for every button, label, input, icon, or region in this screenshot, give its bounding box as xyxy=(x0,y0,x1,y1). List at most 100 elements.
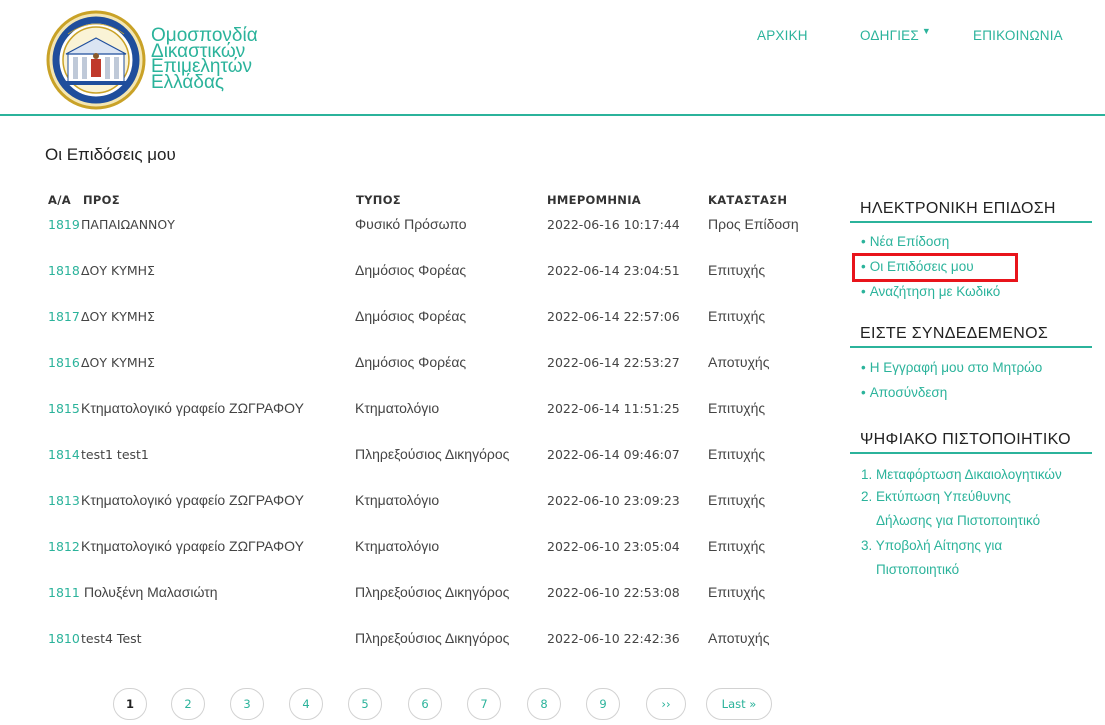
row-id-link[interactable]: 1817 xyxy=(48,309,80,324)
row-recipient: Κτηματολογικό γραφείο ΖΩΓΡΑΦΟΥ xyxy=(81,538,304,554)
sidebar-link-label: Αποσύνδεση xyxy=(869,385,948,400)
row-type: Φυσικό Πρόσωπο xyxy=(355,216,467,232)
pagination-next-button[interactable]: ›› xyxy=(646,688,686,720)
row-status: Επιτυχής xyxy=(708,400,766,416)
table-row: 1812 Κτηματολογικό γραφείο ΖΩΓΡΑΦΟΥ Κτημ… xyxy=(0,538,820,559)
row-date: 2022-06-14 09:46:07 xyxy=(547,447,680,462)
row-type: Δημόσιος Φορέας xyxy=(355,262,467,278)
pagination-page-9[interactable]: 9 xyxy=(586,688,620,720)
row-id-link[interactable]: 1814 xyxy=(48,447,80,462)
sidebar-link-new-service[interactable]: • Νέα Επίδοση xyxy=(861,234,949,249)
row-id-link[interactable]: 1818 xyxy=(48,263,80,278)
table-row: 1813 Κτηματολογικό γραφείο ΖΩΓΡΑΦΟΥ Κτημ… xyxy=(0,492,820,513)
step-label: Εκτύπωση Υπεύθυνης xyxy=(876,489,1011,504)
row-recipient: Κτηματολογικό γραφείο ΖΩΓΡΑΦΟΥ xyxy=(81,492,304,508)
table-row: 1811 Πολυξένη Μαλασιώτη Πληρεξούσιος Δικ… xyxy=(0,584,820,605)
federation-seal-logo[interactable] xyxy=(46,10,146,110)
sidebar-heading-e-service: ΗΛΕΚΤΡΟΝΙΚΗ ΕΠΙΔΟΣΗ xyxy=(850,200,1092,223)
row-type: Κτηματολόγιο xyxy=(355,400,440,416)
row-date: 2022-06-10 23:05:04 xyxy=(547,539,680,554)
row-date: 2022-06-14 11:51:25 xyxy=(547,401,680,416)
sidebar-link-my-registration[interactable]: • Η Εγγραφή μου στο Μητρώο xyxy=(861,360,1042,375)
pagination-page-8[interactable]: 8 xyxy=(527,688,561,720)
page-title: Οι Επιδόσεις μου xyxy=(45,145,176,164)
highlight-annotation-box xyxy=(852,253,1018,282)
step-label: Μεταφόρτωση Δικαιολογητικών xyxy=(876,467,1062,482)
row-date: 2022-06-10 22:42:36 xyxy=(547,631,680,646)
bullet-icon: • xyxy=(861,284,866,299)
row-status: Επιτυχής xyxy=(708,584,766,600)
row-type: Πληρεξούσιος Δικηγόρος xyxy=(355,446,510,462)
table-row: 1815 Κτηματολογικό γραφείο ΖΩΓΡΑΦΟΥ Κτημ… xyxy=(0,400,820,421)
row-id-link[interactable]: 1812 xyxy=(48,539,80,554)
bullet-icon: • xyxy=(861,385,866,400)
table-row: 1816 ΔΟΥ ΚΥΜΗΣ Δημόσιος Φορέας 2022-06-1… xyxy=(0,354,820,375)
step-label: Υποβολή Αίτησης για xyxy=(875,538,1003,553)
sidebar-step-submit-application-cont[interactable]: Πιστοποιητικό xyxy=(876,562,959,577)
row-recipient: Πολυξένη Μαλασιώτη xyxy=(84,584,218,600)
pagination-page-2[interactable]: 2 xyxy=(171,688,205,720)
row-date: 2022-06-10 23:09:23 xyxy=(547,493,680,508)
sidebar-step-submit-application[interactable]: 3. Υποβολή Αίτησης για xyxy=(861,538,1002,553)
row-recipient: ΔΟΥ ΚΥΜΗΣ xyxy=(81,355,155,370)
row-id-link[interactable]: 1813 xyxy=(48,493,80,508)
nav-home[interactable]: ΑΡΧΙΚΗ xyxy=(757,28,808,43)
table-row: 1818 ΔΟΥ ΚΥΜΗΣ Δημόσιος Φορέας 2022-06-1… xyxy=(0,262,820,283)
sidebar-link-label: Νέα Επίδοση xyxy=(869,234,950,249)
site-header: Ομοσπονδία Δικαστικών Επιμελητών Ελλάδας… xyxy=(0,0,1105,116)
row-status: Προς Επίδοση xyxy=(708,216,799,232)
bullet-icon: • xyxy=(861,360,866,375)
row-date: 2022-06-10 22:53:08 xyxy=(547,585,680,600)
row-type: Δημόσιος Φορέας xyxy=(355,354,467,370)
column-header-date: ΗΜΕΡΟΜΗΝΙΑ xyxy=(547,193,642,207)
pagination-page-7[interactable]: 7 xyxy=(467,688,501,720)
nav-guides[interactable]: ΟΔΗΓΙΕΣ ▼ xyxy=(860,26,932,43)
row-recipient: ΔΟΥ ΚΥΜΗΣ xyxy=(81,263,155,278)
sidebar-link-label: Αναζήτηση με Κωδικό xyxy=(869,284,1001,299)
row-status: Αποτυχής xyxy=(708,630,770,646)
row-recipient: test1 test1 xyxy=(81,447,149,462)
federation-name[interactable]: Ομοσπονδία Δικαστικών Επιμελητών Ελλάδας xyxy=(151,26,258,91)
step-number: 2. xyxy=(861,489,873,504)
sidebar-heading-certificate: ΨΗΦΙΑΚΟ ΠΙΣΤΟΠΟΙΗΤΙΚΟ xyxy=(850,431,1092,454)
row-date: 2022-06-14 23:04:51 xyxy=(547,263,680,278)
pagination-page-5[interactable]: 5 xyxy=(348,688,382,720)
row-type: Κτηματολόγιο xyxy=(355,492,440,508)
row-date: 2022-06-14 22:53:27 xyxy=(547,355,680,370)
row-type: Δημόσιος Φορέας xyxy=(355,308,467,324)
sidebar-step-print-declaration[interactable]: 2. Εκτύπωση Υπεύθυνης xyxy=(861,489,1011,504)
row-type: Κτηματολόγιο xyxy=(355,538,440,554)
row-id-link[interactable]: 1815 xyxy=(48,401,80,416)
column-header-status: ΚΑΤΑΣΤΑΣΗ xyxy=(708,193,788,207)
row-id-link[interactable]: 1810 xyxy=(48,631,80,646)
row-id-link[interactable]: 1816 xyxy=(48,355,80,370)
row-recipient: Κτηματολογικό γραφείο ΖΩΓΡΑΦΟΥ xyxy=(81,400,304,416)
column-header-to: ΠΡΟΣ xyxy=(83,193,120,207)
step-number: 1. xyxy=(861,467,873,482)
row-id-link[interactable]: 1811 xyxy=(48,585,80,600)
row-date: 2022-06-14 22:57:06 xyxy=(547,309,680,324)
row-recipient: ΔΟΥ ΚΥΜΗΣ xyxy=(81,309,155,324)
column-header-type: ΤΥΠΟΣ xyxy=(356,193,401,207)
sidebar-link-logout[interactable]: • Αποσύνδεση xyxy=(861,385,947,400)
pagination-page-4[interactable]: 4 xyxy=(289,688,323,720)
table-row: 1819 ΠΑΠΑΙΩΑΝΝΟΥ Φυσικό Πρόσωπο 2022-06-… xyxy=(0,216,820,237)
sidebar-step-print-declaration-cont[interactable]: Δήλωσης για Πιστοποιητικό xyxy=(876,513,1040,528)
table-row: 1814 test1 test1 Πληρεξούσιος Δικηγόρος … xyxy=(0,446,820,467)
nav-contact[interactable]: ΕΠΙΚΟΙΝΩΝΙΑ xyxy=(973,28,1063,43)
sidebar-link-search-by-code[interactable]: • Αναζήτηση με Κωδικό xyxy=(861,284,1000,299)
pagination-last-button[interactable]: Last » xyxy=(706,688,772,720)
dropdown-caret-icon: ▼ xyxy=(921,26,932,36)
pagination-page-6[interactable]: 6 xyxy=(408,688,442,720)
row-recipient: test4 Test xyxy=(81,631,142,646)
table-row: 1817 ΔΟΥ ΚΥΜΗΣ Δημόσιος Φορέας 2022-06-1… xyxy=(0,308,820,329)
nav-guides-label: ΟΔΗΓΙΕΣ xyxy=(860,28,919,43)
row-status: Επιτυχής xyxy=(708,492,766,508)
bullet-icon: • xyxy=(861,234,866,249)
sidebar-step-upload-documents[interactable]: 1. Μεταφόρτωση Δικαιολογητικών xyxy=(861,467,1062,482)
row-id-link[interactable]: 1819 xyxy=(48,217,80,232)
row-status: Επιτυχής xyxy=(708,446,766,462)
table-row: 1810 test4 Test Πληρεξούσιος Δικηγόρος 2… xyxy=(0,630,820,651)
pagination-page-1[interactable]: 1 xyxy=(113,688,147,720)
pagination-page-3[interactable]: 3 xyxy=(230,688,264,720)
